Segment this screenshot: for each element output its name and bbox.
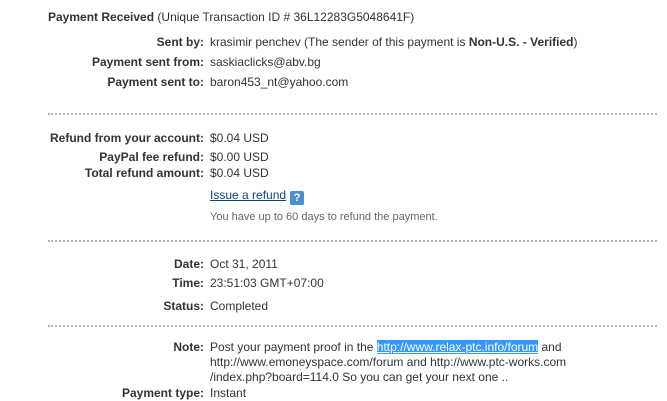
- status-value: Completed: [210, 299, 269, 313]
- note-label: Note:: [173, 340, 204, 354]
- sent-from-value: saskiaclicks@abv.bg: [210, 55, 321, 69]
- sender-name: krasimir penchev: [210, 35, 301, 49]
- help-icon[interactable]: ?: [290, 191, 305, 205]
- note-line-2: http://www.emoneyspace.com/forum and htt…: [210, 355, 567, 369]
- page-title-text: Payment Received: [48, 10, 155, 24]
- divider: [48, 325, 657, 327]
- total-refund-value: $0.04 USD: [210, 166, 269, 180]
- note-text-post: and: [538, 340, 562, 354]
- divider: [48, 240, 657, 242]
- issue-refund-link[interactable]: Issue a refund: [210, 188, 286, 202]
- fee-refund-label: PayPal fee refund:: [99, 150, 204, 164]
- note-line-3: /index.php?board=114.0 So you can get yo…: [210, 370, 509, 384]
- payment-type-label: Payment type:: [121, 386, 204, 400]
- sender-note-post: ): [573, 35, 578, 49]
- refund-from-value: $0.04 USD: [210, 131, 269, 145]
- note-line-1: Post your payment proof in the http://ww…: [210, 340, 562, 354]
- status-label: Status:: [163, 299, 204, 313]
- sent-from-label: Payment sent from:: [91, 55, 204, 69]
- total-refund-label: Total refund amount:: [84, 166, 204, 180]
- sent-by-value: krasimir penchev (The sender of this pay…: [210, 35, 578, 49]
- divider: [48, 113, 657, 115]
- sent-to-value: baron453_nt@yahoo.com: [210, 75, 349, 89]
- issue-refund-row: Issue a refund?: [210, 188, 305, 205]
- note-text-pre: Post your payment proof in the: [210, 340, 377, 354]
- time-value: 23:51:03 GMT+07:00: [210, 276, 324, 290]
- date-label: Date:: [173, 257, 204, 271]
- page-title: Payment Received (Unique Transaction ID …: [48, 10, 414, 24]
- sent-to-label: Payment sent to:: [107, 75, 204, 89]
- fee-refund-value: $0.00 USD: [210, 150, 269, 164]
- refund-from-label: Refund from your account:: [49, 131, 204, 145]
- forum-link[interactable]: http://www.relax-ptc.info/forum: [376, 340, 539, 354]
- sender-note-pre: (The sender of this payment is: [304, 35, 466, 49]
- refund-window-note: You have up to 60 days to refund the pay…: [210, 211, 438, 223]
- transaction-id: (Unique Transaction ID # 36L12283G504864…: [157, 10, 415, 24]
- sender-status: Non-U.S. - Verified: [468, 35, 574, 49]
- sent-by-label: Sent by:: [156, 35, 204, 49]
- time-label: Time:: [172, 276, 204, 290]
- date-value: Oct 31, 2011: [210, 257, 278, 271]
- payment-type-value: Instant: [210, 386, 247, 400]
